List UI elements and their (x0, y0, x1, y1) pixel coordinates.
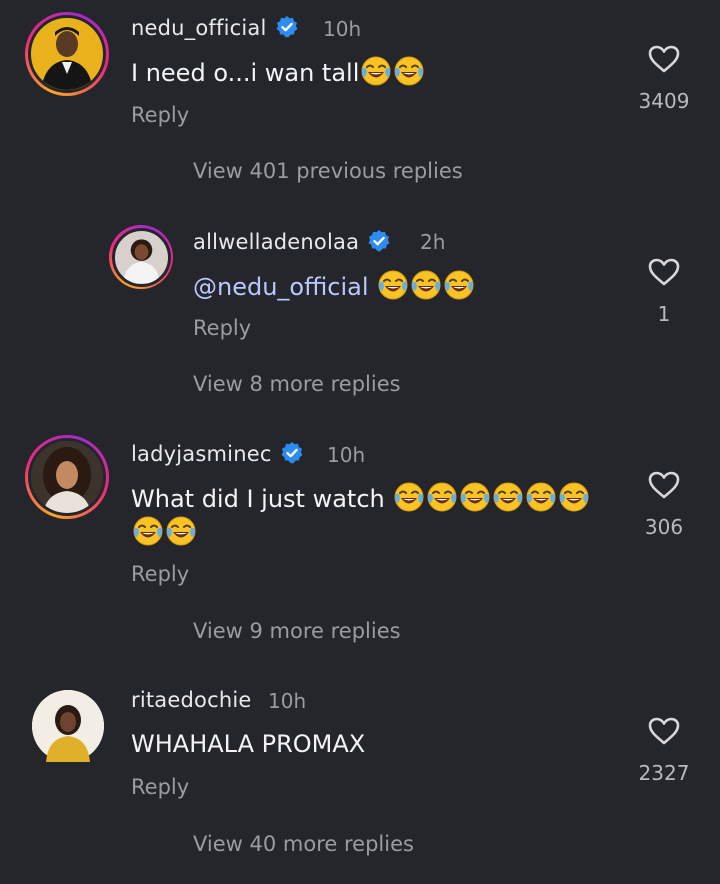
comment-time: 10h (327, 443, 366, 467)
comment-time: 10h (268, 689, 307, 713)
avatar[interactable] (32, 690, 104, 762)
comment-username[interactable]: ladyjasminec (131, 441, 304, 466)
comment-item: nedu_official 10h I need o...i wan tall … (0, 0, 720, 210)
reply-button[interactable]: Reply (131, 775, 189, 799)
reply-button[interactable]: Reply (193, 316, 251, 340)
comment-item: ladyjasminec 10h What did I just watch R… (0, 420, 720, 670)
view-replies-link[interactable]: View 40 more replies (193, 832, 414, 856)
avatar-photo (43, 447, 91, 513)
laughing-emoji-icon (360, 55, 392, 87)
comment-item: ritaedochie 10h WHAHALA PROMAX Reply 232… (0, 670, 720, 884)
mention-link[interactable]: @nedu_official (193, 273, 369, 301)
laughing-emoji-icon (426, 481, 458, 513)
like-count: 306 (644, 515, 684, 539)
heart-icon[interactable] (647, 716, 681, 746)
laughing-emoji-icon (377, 269, 409, 301)
comment-text: I need o...i wan tall (131, 55, 425, 90)
laughing-emoji-icon (132, 515, 164, 547)
like-count: 2327 (638, 761, 690, 785)
avatar-photo (122, 238, 160, 283)
comment-username[interactable]: ritaedochie (131, 688, 251, 712)
reply-button[interactable]: Reply (131, 562, 189, 586)
view-replies-link[interactable]: View 9 more replies (193, 619, 401, 643)
laughing-emoji-icon (558, 481, 590, 513)
verified-badge-icon (367, 229, 391, 253)
view-replies-link[interactable]: View 8 more replies (193, 372, 401, 396)
laughing-emoji-icon (393, 55, 425, 87)
comment-username[interactable]: nedu_official (131, 15, 299, 40)
comment-username[interactable]: allwelladenolaa (193, 229, 391, 254)
heart-icon[interactable] (647, 257, 681, 287)
view-replies-link[interactable]: View 401 previous replies (193, 159, 463, 183)
laughing-emoji-icon (393, 481, 425, 513)
laughing-emoji-icon (165, 515, 197, 547)
laughing-emoji-icon (525, 481, 557, 513)
heart-icon[interactable] (647, 470, 681, 500)
comment-time: 10h (323, 17, 362, 41)
laughing-emoji-icon (492, 481, 524, 513)
comment-time: 2h (420, 230, 446, 254)
reply-button[interactable]: Reply (131, 103, 189, 127)
laughing-emoji-icon (443, 269, 475, 301)
reply-comment-item: allwelladenolaa 2h @nedu_official Reply … (0, 210, 720, 420)
comment-text: What did I just watch (131, 481, 590, 516)
avatar-photo (32, 690, 104, 762)
comment-text: WHAHALA PROMAX (131, 730, 366, 758)
avatar[interactable] (109, 225, 173, 289)
avatar-photo (41, 27, 93, 90)
like-count: 3409 (638, 89, 690, 113)
verified-badge-icon (275, 15, 299, 39)
laughing-emoji-icon (459, 481, 491, 513)
laughing-emoji-icon (410, 269, 442, 301)
avatar[interactable] (25, 435, 109, 519)
avatar[interactable] (25, 12, 109, 96)
heart-icon[interactable] (647, 44, 681, 74)
like-count: 1 (657, 302, 671, 326)
comment-text: @nedu_official (193, 269, 475, 304)
comment-text-continued (131, 515, 197, 550)
verified-badge-icon (280, 441, 304, 465)
